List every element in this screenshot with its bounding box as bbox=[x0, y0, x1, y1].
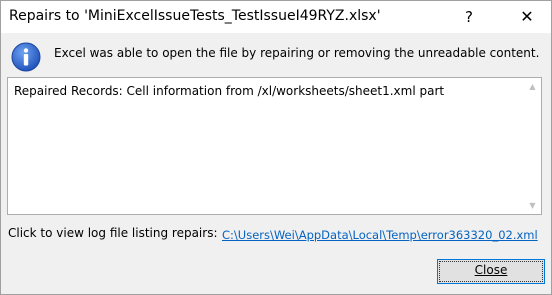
log-file-link[interactable]: C:\Users\Wei\AppData\Local\Temp\error363… bbox=[222, 228, 538, 242]
title-bar: Repairs to 'MiniExcelIssueTests_TestIssu… bbox=[1, 1, 551, 33]
close-button-label: Close bbox=[474, 263, 508, 277]
repairs-dialog: Repairs to 'MiniExcelIssueTests_TestIssu… bbox=[0, 0, 552, 295]
repair-details-textbox[interactable]: Repaired Records: Cell information from … bbox=[7, 77, 542, 215]
vertical-scrollbar[interactable]: ▲ ▼ bbox=[524, 78, 541, 214]
scroll-up-arrow-icon[interactable]: ▲ bbox=[524, 78, 541, 95]
repair-details-text: Repaired Records: Cell information from … bbox=[14, 84, 445, 98]
log-file-label: Click to view log file listing repairs: bbox=[8, 226, 218, 240]
close-button[interactable]: Close bbox=[437, 259, 545, 284]
info-icon bbox=[11, 42, 41, 72]
help-button[interactable]: ? bbox=[455, 5, 483, 29]
scroll-down-arrow-icon[interactable]: ▼ bbox=[524, 197, 541, 214]
repair-message: Excel was able to open the file by repai… bbox=[54, 46, 540, 60]
window-title: Repairs to 'MiniExcelIssueTests_TestIssu… bbox=[9, 8, 381, 24]
close-window-button[interactable]: ✕ bbox=[513, 5, 541, 29]
